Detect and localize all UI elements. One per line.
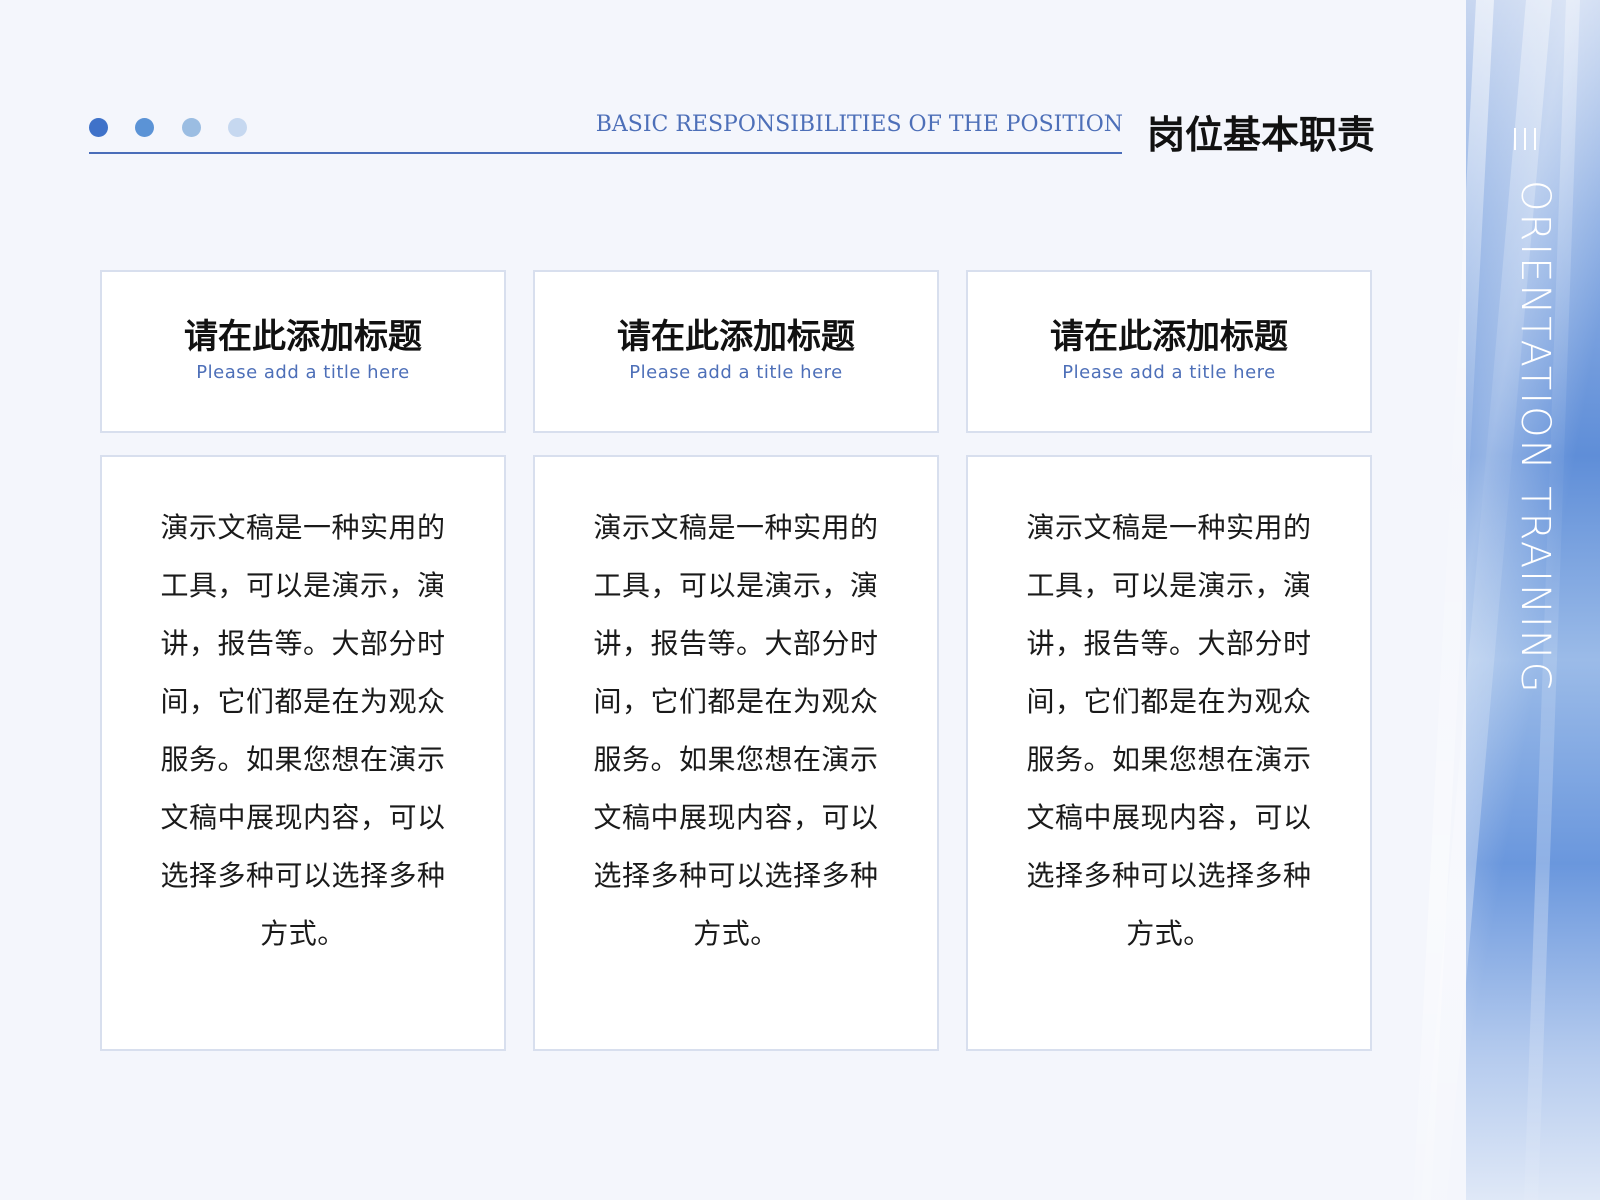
side-vertical-title: ORIENTATION TRAINING	[1512, 180, 1558, 695]
dot-2	[135, 118, 154, 137]
header-title-en: BASIC RESPONSIBILITIES OF THE POSITION	[595, 112, 1123, 137]
card-body-text: 演示文稿是一种实用的工具，可以是演示，演讲，报告等。大部分时间，它们都是在为观众…	[1026, 511, 1312, 950]
body-card-1: 演示文稿是一种实用的工具，可以是演示，演讲，报告等。大部分时间，它们都是在为观众…	[100, 455, 506, 1051]
menu-lines-icon	[1514, 128, 1554, 150]
dot-4	[228, 118, 247, 137]
title-card-1: 请在此添加标题 Please add a title here	[100, 270, 506, 433]
page-title: 岗位基本职责	[1147, 112, 1376, 157]
dot-3	[182, 118, 201, 137]
card-title-cn: 请在此添加标题	[184, 317, 422, 357]
slide: BASIC RESPONSIBILITIES OF THE POSITION 岗…	[0, 0, 1600, 1200]
card-title-cn: 请在此添加标题	[617, 317, 855, 357]
card-title-en: Please add a title here	[196, 362, 410, 383]
title-card-2: 请在此添加标题 Please add a title here	[533, 270, 939, 433]
card-body-text: 演示文稿是一种实用的工具，可以是演示，演讲，报告等。大部分时间，它们都是在为观众…	[593, 511, 879, 950]
body-card-2: 演示文稿是一种实用的工具，可以是演示，演讲，报告等。大部分时间，它们都是在为观众…	[533, 455, 939, 1051]
body-card-3: 演示文稿是一种实用的工具，可以是演示，演讲，报告等。大部分时间，它们都是在为观众…	[966, 455, 1372, 1051]
dot-1	[89, 118, 108, 137]
header-divider	[89, 152, 1122, 154]
card-title-cn: 请在此添加标题	[1050, 317, 1288, 357]
card-body-text: 演示文稿是一种实用的工具，可以是演示，演讲，报告等。大部分时间，它们都是在为观众…	[160, 511, 446, 950]
card-title-en: Please add a title here	[629, 362, 843, 383]
card-title-en: Please add a title here	[1062, 362, 1276, 383]
title-card-3: 请在此添加标题 Please add a title here	[966, 270, 1372, 433]
